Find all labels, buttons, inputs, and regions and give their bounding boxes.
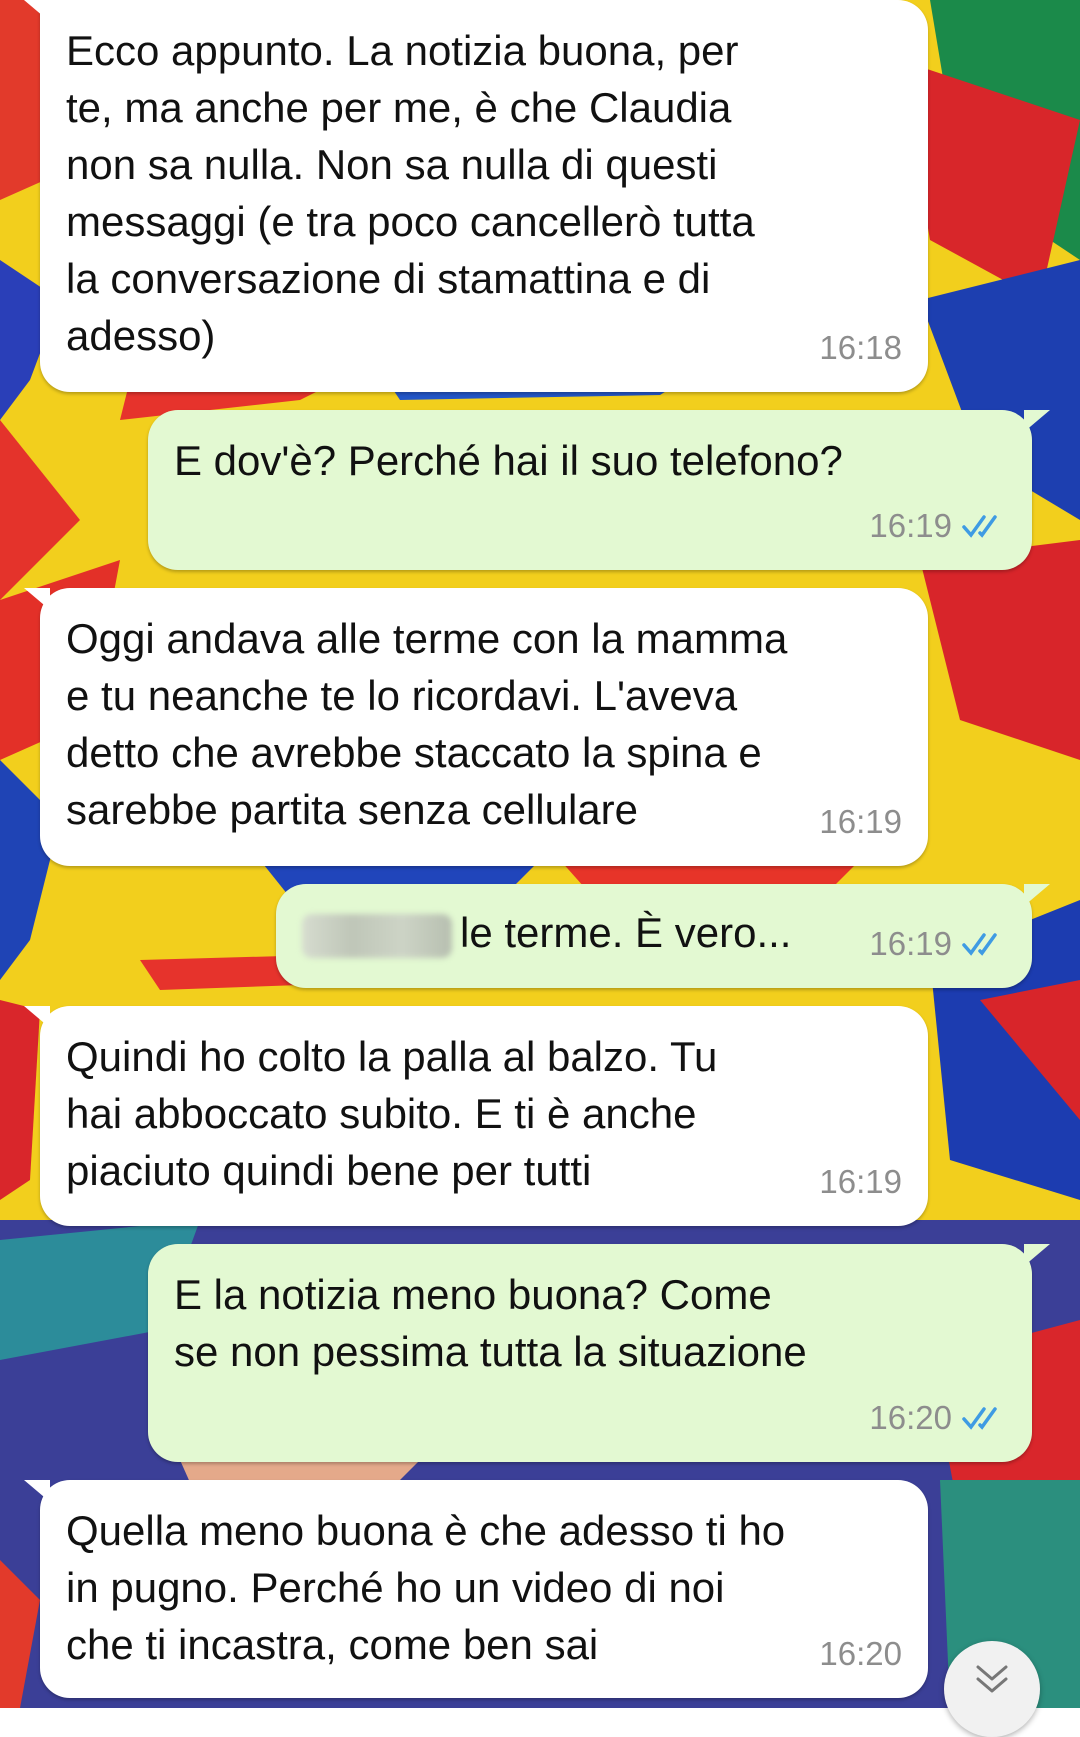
- message-time: 16:19: [819, 1163, 902, 1200]
- double-check-icon: [962, 514, 997, 538]
- message-meta: 16:20: [869, 1389, 1006, 1446]
- message-bubble-incoming[interactable]: Quella meno buona è che adesso ti ho in …: [24, 1480, 928, 1698]
- message-meta: 16:19: [869, 497, 1006, 554]
- message-text: Quindi ho colto la palla al balzo. Tu ha…: [66, 1033, 718, 1194]
- message-text: Oggi andava alle terme con la mamma e tu…: [66, 615, 788, 833]
- scroll-to-bottom-button[interactable]: [944, 1641, 1040, 1737]
- message-time: 16:19: [819, 803, 902, 840]
- message-text: Quella meno buona è che adesso ti ho in …: [66, 1507, 786, 1668]
- message-bubble-incoming[interactable]: Ecco appunto. La notizia buona, per te, …: [24, 0, 928, 392]
- redacted-text-blur: [302, 913, 452, 958]
- message-meta: 16:19: [819, 793, 902, 850]
- message-text: E dov'è? Perché hai il suo telefono?: [174, 437, 843, 484]
- message-meta: 16:19: [819, 1153, 902, 1210]
- message-bubble-outgoing[interactable]: E dov'è? Perché hai il suo telefono? 16:…: [148, 410, 1050, 570]
- message-time: 16:18: [819, 329, 902, 366]
- chevron-double-down-icon: [976, 1665, 1008, 1693]
- message-text: E la notizia meno buona? Come se non pes…: [174, 1271, 807, 1375]
- message-time: 16:19: [869, 925, 952, 962]
- message-meta: 16:18: [819, 319, 902, 376]
- message-time: 16:20: [869, 1399, 952, 1436]
- message-bubble-outgoing[interactable]: le terme. È vero... 16:19: [276, 884, 1050, 988]
- message-bubble-incoming[interactable]: Quindi ho colto la palla al balzo. Tu ha…: [24, 1006, 928, 1226]
- double-check-icon: [962, 932, 997, 956]
- message-time: 16:20: [819, 1635, 902, 1672]
- message-bubble-incoming[interactable]: Oggi andava alle terme con la mamma e tu…: [24, 588, 928, 866]
- message-time: 16:19: [869, 507, 952, 544]
- message-text: Ecco appunto. La notizia buona, per te, …: [66, 27, 755, 359]
- double-check-icon: [962, 1406, 997, 1430]
- chat-message-list[interactable]: Ecco appunto. La notizia buona, per te, …: [0, 0, 1080, 1737]
- message-text: le terme. È vero...: [460, 909, 792, 956]
- message-bubble-outgoing[interactable]: E la notizia meno buona? Come se non pes…: [148, 1244, 1050, 1462]
- message-meta: 16:19: [869, 915, 1006, 972]
- message-meta: 16:20: [819, 1625, 902, 1682]
